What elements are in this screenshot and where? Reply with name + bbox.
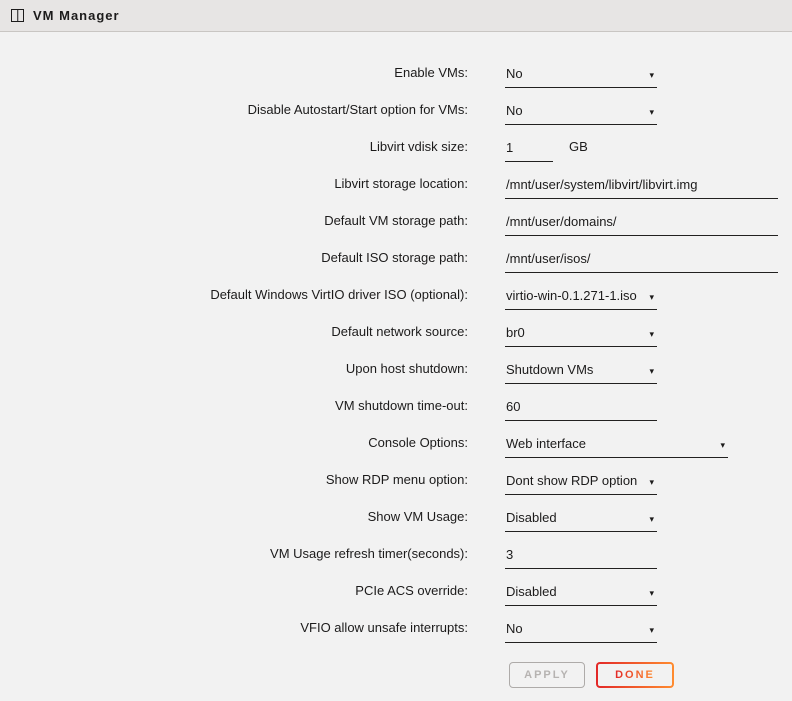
form-actions: APPLY DONE (509, 662, 792, 688)
form-row: VM Usage refresh timer(seconds): (0, 532, 792, 569)
field-label: VM shutdown time-out: (0, 398, 468, 421)
show-vm-usage-select[interactable]: Disabled ▾ (505, 510, 657, 532)
vm-storage-path-input[interactable] (505, 214, 778, 236)
host-shutdown-select[interactable]: Shutdown VMs ▾ (505, 362, 657, 384)
form-row: Libvirt storage location: (0, 162, 792, 199)
chevron-down-icon: ▾ (720, 441, 725, 450)
vm-manager-settings-form: Enable VMs: No ▾ Disable Autostart/Start… (0, 32, 792, 688)
form-row: VFIO allow unsafe interrupts: No ▾ (0, 606, 792, 643)
usage-refresh-timer-input[interactable] (505, 547, 657, 569)
form-row: Libvirt vdisk size: GB (0, 125, 792, 162)
form-row: Default ISO storage path: (0, 236, 792, 273)
form-row: Enable VMs: No ▾ (0, 51, 792, 88)
field-label: Console Options: (0, 435, 468, 458)
form-row: PCIe ACS override: Disabled ▾ (0, 569, 792, 606)
chevron-down-icon: ▾ (649, 478, 654, 487)
chevron-down-icon: ▾ (649, 293, 654, 302)
form-row: Upon host shutdown: Shutdown VMs ▾ (0, 347, 792, 384)
page-header: VM Manager (0, 0, 792, 32)
chevron-down-icon: ▾ (649, 71, 654, 80)
select-value: Shutdown VMs (505, 362, 593, 377)
field-label: Show VM Usage: (0, 509, 468, 532)
chevron-down-icon: ▾ (649, 108, 654, 117)
form-row: Console Options: Web interface ▾ (0, 421, 792, 458)
select-value: No (505, 66, 523, 81)
field-label: Show RDP menu option: (0, 472, 468, 495)
field-label: Libvirt vdisk size: (0, 139, 468, 162)
field-label: PCIe ACS override: (0, 583, 468, 606)
select-value: No (505, 621, 523, 636)
select-value: Web interface (505, 436, 586, 451)
select-value: Dont show RDP option (505, 473, 637, 488)
field-label: Enable VMs: (0, 65, 468, 88)
network-source-select[interactable]: br0 ▾ (505, 325, 657, 347)
vm-manager-icon (11, 9, 24, 22)
select-value: Disabled (505, 510, 557, 525)
page-title: VM Manager (33, 8, 120, 23)
apply-button[interactable]: APPLY (509, 662, 585, 688)
form-row: VM shutdown time-out: (0, 384, 792, 421)
field-label: Default ISO storage path: (0, 250, 468, 273)
select-value: br0 (505, 325, 525, 340)
form-row: Default network source: br0 ▾ (0, 310, 792, 347)
done-button[interactable]: DONE (596, 662, 674, 688)
field-label: Disable Autostart/Start option for VMs: (0, 102, 468, 125)
pcie-acs-override-select[interactable]: Disabled ▾ (505, 584, 657, 606)
select-value: Disabled (505, 584, 557, 599)
form-row: Show RDP menu option: Dont show RDP opti… (0, 458, 792, 495)
console-options-select[interactable]: Web interface ▾ (505, 436, 728, 458)
field-label: Default network source: (0, 324, 468, 347)
form-row: Show VM Usage: Disabled ▾ (0, 495, 792, 532)
chevron-down-icon: ▾ (649, 626, 654, 635)
shutdown-timeout-input[interactable] (505, 399, 657, 421)
chevron-down-icon: ▾ (649, 515, 654, 524)
unit-label: GB (569, 139, 588, 162)
field-label: Default VM storage path: (0, 213, 468, 236)
chevron-down-icon: ▾ (649, 589, 654, 598)
disable-autostart-select[interactable]: No ▾ (505, 103, 657, 125)
done-button-label: DONE (615, 669, 655, 681)
rdp-menu-option-select[interactable]: Dont show RDP option ▾ (505, 473, 657, 495)
select-value: virtio-win-0.1.271-1.iso (505, 288, 637, 303)
field-label: VFIO allow unsafe interrupts: (0, 620, 468, 643)
field-label: Upon host shutdown: (0, 361, 468, 384)
form-row: Disable Autostart/Start option for VMs: … (0, 88, 792, 125)
chevron-down-icon: ▾ (649, 330, 654, 339)
field-label: Libvirt storage location: (0, 176, 468, 199)
form-row: Default VM storage path: (0, 199, 792, 236)
enable-vms-select[interactable]: No ▾ (505, 66, 657, 88)
virtio-driver-iso-select[interactable]: virtio-win-0.1.271-1.iso ▾ (505, 288, 657, 310)
vfio-unsafe-interrupts-select[interactable]: No ▾ (505, 621, 657, 643)
field-label: Default Windows VirtIO driver ISO (optio… (0, 287, 468, 310)
chevron-down-icon: ▾ (649, 367, 654, 376)
form-row: Default Windows VirtIO driver ISO (optio… (0, 273, 792, 310)
libvirt-storage-location-input[interactable] (505, 177, 778, 199)
iso-storage-path-input[interactable] (505, 251, 778, 273)
field-label: VM Usage refresh timer(seconds): (0, 546, 468, 569)
vdisk-size-input[interactable] (505, 140, 553, 162)
select-value: No (505, 103, 523, 118)
